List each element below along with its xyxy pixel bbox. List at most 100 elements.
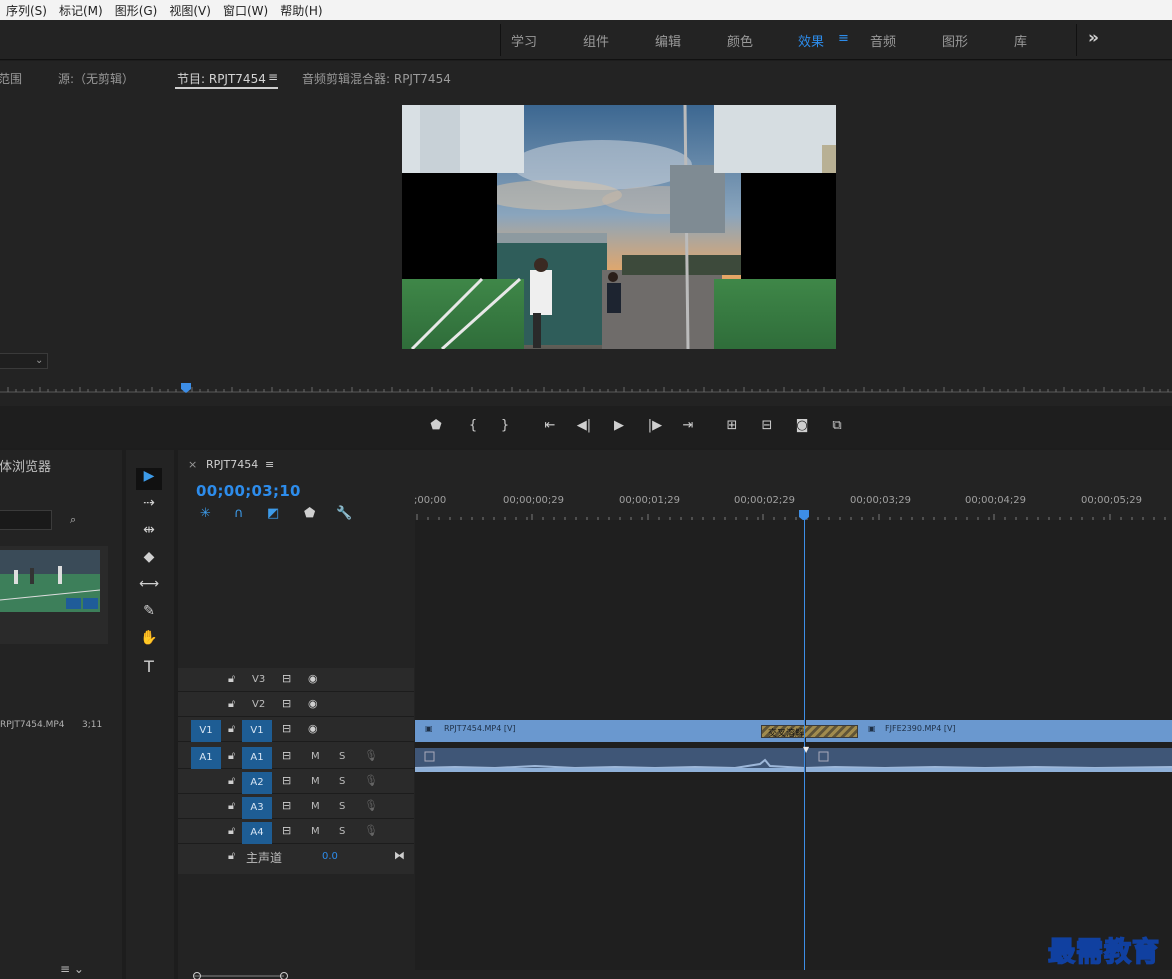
menu-marker[interactable]: 标记(M) [53,2,109,19]
audio-clip-a1[interactable] [414,748,1172,772]
track-target-a3[interactable]: A3 [242,797,272,819]
source-patch-v1[interactable]: V1 [191,720,221,742]
sync-lock-icon[interactable]: ⊟ [282,697,291,710]
step-back-icon[interactable]: ◀| [574,418,594,433]
type-tool-icon[interactable]: T [136,657,162,679]
project-item[interactable]: RPJT7454.MP4 3;11 [0,546,108,730]
panel-title[interactable]: 媒体浏览器 [0,456,51,475]
workspace-graphics[interactable]: 图形 [942,31,968,50]
snap-icon[interactable]: ∩ [234,506,244,521]
track-target-a2[interactable]: A2 [242,772,272,794]
lock-icon[interactable]: 🔓︎ [228,697,235,711]
mute-button[interactable]: M [311,826,320,837]
add-marker-icon[interactable]: ⬟ [304,506,315,521]
linked-selection-icon[interactable]: ◩ [267,506,279,521]
play-icon[interactable]: ▶ [609,418,629,433]
track-name[interactable]: V2 [252,699,265,710]
lock-icon[interactable]: 🔓︎ [228,849,235,863]
workspace-color[interactable]: 颜色 [727,31,753,50]
microphone-icon[interactable]: 🎙︎ [364,774,378,787]
export-frame-icon[interactable]: ◙ [792,418,812,433]
microphone-icon[interactable]: 🎙︎ [364,824,378,837]
track-target-v1[interactable]: V1 [242,720,272,742]
slip-tool-icon[interactable]: ⟷ [136,576,162,598]
pen-tool-icon[interactable]: ✎ [136,603,162,625]
program-video-frame[interactable] [402,105,836,349]
source-patch-a1[interactable]: A1 [191,747,221,769]
mute-button[interactable]: M [311,751,320,762]
settings-wrench-icon[interactable]: 🔧 [336,506,352,521]
workspace-assembly[interactable]: 组件 [583,31,609,50]
sync-lock-icon[interactable]: ⊟ [282,774,291,787]
master-volume-value[interactable]: 0.0 [322,851,338,862]
workspace-effects[interactable]: 效果 [798,31,824,50]
mute-button[interactable]: M [311,776,320,787]
workspace-editing[interactable]: 编辑 [655,31,681,50]
sync-lock-icon[interactable]: ⊟ [282,799,291,812]
mark-out-icon[interactable]: } [495,418,515,433]
go-to-next-edit-icon[interactable]: ⧓ [394,849,405,862]
list-view-icon[interactable]: ≡ ⌄ [60,962,84,976]
sync-lock-icon[interactable]: ⊟ [282,722,291,735]
track-select-tool-icon[interactable]: ⇢ [136,495,162,517]
zoom-level-dropdown[interactable]: ⌄ [0,353,48,369]
find-icon[interactable]: ⌕ [70,513,76,527]
search-input[interactable] [0,510,52,530]
mark-in-icon[interactable]: { [463,418,483,433]
track-target-a1[interactable]: A1 [242,747,272,769]
sync-lock-icon[interactable]: ⊟ [282,824,291,837]
go-to-out-icon[interactable]: ⇥ [678,418,698,433]
hand-tool-icon[interactable]: ✋ [136,630,162,652]
nest-icon[interactable]: ✳ [200,506,211,521]
video-clip-rpjt7454[interactable]: ▣ RPJT7454.MP4 [V] [415,720,805,742]
track-name[interactable]: V3 [252,674,265,685]
tab-source[interactable]: 源:（无剪辑） [58,70,134,87]
add-marker-icon[interactable]: ⬟ [426,418,446,433]
insert-icon[interactable]: ⊞ [722,418,742,433]
track-area[interactable] [415,520,1172,970]
monitor-time-ruler[interactable] [0,381,1172,395]
menu-view[interactable]: 视图(V) [163,2,217,19]
workspace-audio[interactable]: 音频 [870,31,896,50]
menu-window[interactable]: 窗口(W) [217,2,274,19]
close-icon[interactable]: × [188,458,197,471]
menu-help[interactable]: 帮助(H) [274,2,328,19]
lock-icon[interactable]: 🔓︎ [228,749,235,763]
video-clip-fjfe2390[interactable]: ▣ FJFE2390.MP4 [V] [806,720,1172,742]
sync-lock-icon[interactable]: ⊟ [282,749,291,762]
eye-icon[interactable]: ◉ [308,722,318,735]
solo-button[interactable]: S [339,776,345,787]
cross-dissolve-transition[interactable]: 交叉溶解 [761,725,858,739]
microphone-icon[interactable]: 🎙︎ [364,799,378,812]
sync-lock-icon[interactable]: ⊟ [282,672,291,685]
eye-icon[interactable]: ◉ [308,697,318,710]
go-to-in-icon[interactable]: ⇤ [540,418,560,433]
workspace-menu-icon[interactable]: ≡ [838,31,849,46]
ripple-edit-tool-icon[interactable]: ⇹ [136,522,162,544]
timeline-horizontal-scrollbar[interactable] [190,970,290,979]
microphone-icon[interactable]: 🎙︎ [364,749,378,762]
lock-icon[interactable]: 🔓︎ [228,799,235,813]
selection-tool-icon[interactable]: ▶ [136,468,162,490]
lock-icon[interactable]: 🔓︎ [228,824,235,838]
panel-menu-icon[interactable]: ≡ [265,458,274,471]
panel-menu-icon[interactable]: ≡ [268,70,278,84]
workspace-learn[interactable]: 学习 [511,31,537,50]
menu-graphics[interactable]: 图形(G) [109,2,164,19]
eye-icon[interactable]: ◉ [308,672,318,685]
lock-icon[interactable]: 🔓︎ [228,672,235,686]
tab-program[interactable]: 节目: RPJT7454 [177,70,266,87]
razor-tool-icon[interactable]: ◆ [136,549,162,571]
step-forward-icon[interactable]: |▶ [645,418,665,433]
menu-sequence[interactable]: 序列(S) [0,2,53,19]
sequence-tab[interactable]: RPJT7454 [206,458,258,471]
solo-button[interactable]: S [339,751,345,762]
more-workspaces-icon[interactable]: » [1088,28,1099,48]
mute-button[interactable]: M [311,801,320,812]
solo-button[interactable]: S [339,801,345,812]
tab-audio-clip-mixer[interactable]: 音频剪辑混合器: RPJT7454 [302,70,451,87]
tab-scope-partial[interactable]: 范围 [0,70,22,87]
solo-button[interactable]: S [339,826,345,837]
workspace-libraries[interactable]: 库 [1014,31,1027,50]
overwrite-icon[interactable]: ⊟ [757,418,777,433]
